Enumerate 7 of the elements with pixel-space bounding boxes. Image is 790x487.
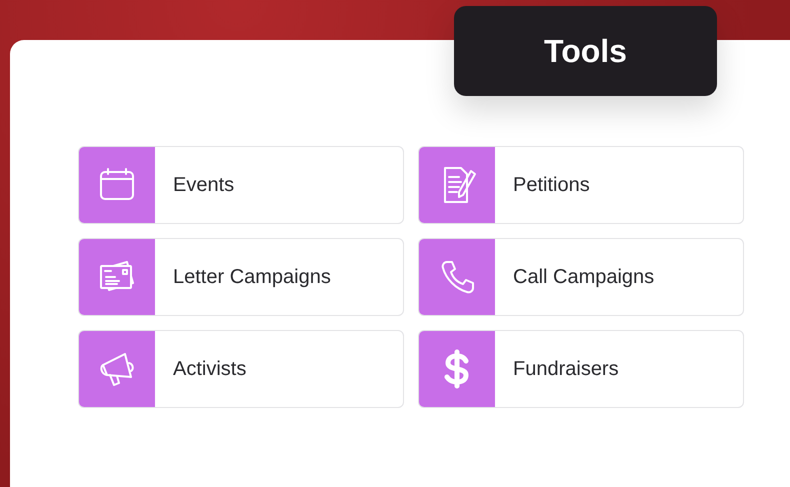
tool-button[interactable]: Petitions [418, 146, 744, 224]
tool-button[interactable]: Events [78, 146, 404, 224]
tools-title: Tools [454, 6, 717, 96]
tool-button[interactable]: Fundraisers [418, 330, 744, 408]
tool-button[interactable]: Activists [78, 330, 404, 408]
tool-button[interactable]: Letter Campaigns [78, 238, 404, 316]
tool-button[interactable]: Call Campaigns [418, 238, 744, 316]
